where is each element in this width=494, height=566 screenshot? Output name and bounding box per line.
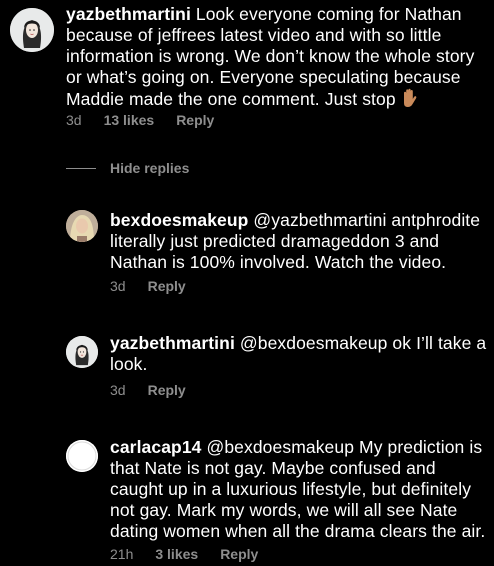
username[interactable]: yazbethmartini xyxy=(66,4,191,24)
reply-button[interactable]: Reply xyxy=(220,546,258,562)
timestamp: 3d xyxy=(110,382,126,398)
comments-thread: yazbethmartini Look everyone coming for … xyxy=(0,0,494,566)
username[interactable]: bexdoesmakeup xyxy=(110,210,248,230)
reply-button[interactable]: Reply xyxy=(176,112,214,128)
likes-count[interactable]: 13 likes xyxy=(104,112,155,128)
timestamp: 21h xyxy=(110,546,134,562)
timestamp: 3d xyxy=(66,112,82,128)
reply-button[interactable]: Reply xyxy=(148,382,186,398)
likes-count[interactable]: 3 likes xyxy=(155,546,198,562)
raised-hand-icon xyxy=(400,88,418,108)
default-avatar-icon xyxy=(66,440,98,472)
username[interactable]: yazbethmartini xyxy=(110,333,235,353)
avatar-bexdoesmakeup[interactable] xyxy=(66,210,98,242)
avatar-carlacap14[interactable] xyxy=(66,440,98,472)
reply-button[interactable]: Reply xyxy=(148,278,186,294)
timestamp: 3d xyxy=(110,278,126,294)
avatar-yazbethmartini[interactable] xyxy=(66,336,98,368)
avatar-yazbethmartini[interactable] xyxy=(10,8,54,52)
username[interactable]: carlacap14 xyxy=(110,437,202,457)
avatar-illustration-icon xyxy=(10,8,54,52)
avatar-photo-icon xyxy=(66,210,98,242)
hide-replies-button[interactable]: Hide replies xyxy=(66,160,189,176)
hide-replies-label: Hide replies xyxy=(110,160,190,176)
avatar-illustration-icon xyxy=(66,336,98,368)
divider xyxy=(66,167,96,169)
